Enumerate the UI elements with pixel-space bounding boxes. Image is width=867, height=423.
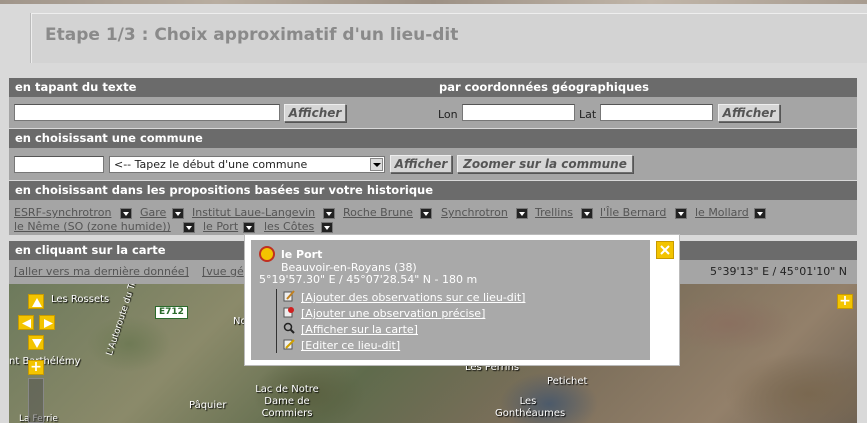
commune-zoom-button[interactable]: Zoomer sur la commune [457, 155, 633, 173]
history-dropdown-icon[interactable] [183, 222, 195, 233]
close-icon [660, 245, 670, 255]
title-box: Etape 1/3 : Choix approximatif d'un lieu… [30, 13, 867, 63]
zoom-in-button[interactable]: + [28, 360, 44, 375]
popup-action-divider [276, 289, 277, 353]
commune-panel: en choisissant une commune <-- Tapez le … [9, 129, 857, 180]
history-item[interactable]: le Nême (SO (zone humide)) [14, 220, 171, 233]
pan-left-button[interactable] [18, 315, 34, 330]
edit-place-link[interactable]: [Editer ce lieu-dit] [301, 339, 400, 352]
lat-label: Lat [579, 108, 597, 121]
pan-down-button[interactable] [28, 335, 44, 350]
arrow-down-icon [32, 339, 42, 348]
map-label: Petichet [547, 376, 588, 387]
show-on-map-link[interactable]: [Afficher sur la carte] [301, 323, 418, 336]
history-item[interactable]: Institut Laue-Langevin [192, 206, 315, 219]
geo-search-button[interactable]: Afficher [718, 104, 780, 122]
history-item[interactable]: les Côtes [264, 220, 314, 233]
commune-select[interactable]: <-- Tapez le début d'une commune [109, 156, 385, 173]
last-data-link[interactable]: [aller vers ma dernière donnée] [14, 265, 189, 278]
history-dropdown-icon[interactable] [321, 222, 333, 233]
history-item[interactable]: Roche Brune [343, 206, 413, 219]
arrow-left-icon [22, 319, 31, 328]
location-marker-icon [259, 246, 275, 262]
zoom-slider[interactable] [28, 378, 44, 423]
add-precise-observation-link[interactable]: [Ajouter une observation précise] [301, 307, 485, 320]
history-dropdown-icon[interactable] [420, 208, 432, 219]
lon-input[interactable] [462, 104, 575, 121]
lat-input[interactable] [600, 104, 713, 121]
add-observations-link[interactable]: [Ajouter des observations sur ce lieu-di… [301, 291, 525, 304]
map-label: Les Gonthéaumes [495, 396, 566, 419]
pan-right-button[interactable] [39, 315, 55, 330]
pin-icon [283, 307, 294, 318]
history-header: en choisissant dans les propositions bas… [9, 181, 857, 200]
arrow-right-icon [44, 319, 53, 328]
popup-body: le Port Beauvoir-en-Royans (38) 5°19'57.… [251, 240, 650, 360]
history-dropdown-icon[interactable] [675, 208, 687, 219]
history-dropdown-icon[interactable] [581, 208, 593, 219]
text-search-header: en tapant du texte [9, 78, 433, 97]
view-link[interactable]: [vue gé [202, 265, 244, 278]
history-item[interactable]: le Port [203, 220, 238, 233]
road-sign: E712 [155, 306, 188, 319]
commune-input[interactable] [14, 156, 104, 173]
geo-search-header: par coordonnées géographiques [433, 78, 857, 97]
arrow-up-icon [32, 298, 42, 307]
history-panel: en choisissant dans les propositions bas… [9, 181, 857, 235]
search-panel: en tapant du texte par coordonnées géogr… [9, 78, 857, 128]
layer-toggle-button[interactable]: + [837, 294, 853, 309]
location-popup: le Port Beauvoir-en-Royans (38) 5°19'57.… [244, 234, 680, 366]
commune-select-value: <-- Tapez le début d'une commune [114, 158, 308, 171]
text-search-input[interactable] [14, 104, 280, 121]
history-dropdown-icon[interactable] [323, 208, 335, 219]
map-label: L'Autoroute du Trièves [105, 284, 146, 358]
popup-coordinates: 5°19'57.30" E / 45°07'28.54" N - 180 m [259, 273, 478, 286]
history-item[interactable]: le Mollard [695, 206, 749, 219]
chevron-down-icon [370, 158, 383, 171]
page-title: Etape 1/3 : Choix approximatif d'un lieu… [45, 25, 459, 45]
magnifier-icon [283, 322, 295, 334]
lon-label: Lon [438, 108, 458, 121]
popup-title: le Port [281, 248, 323, 261]
history-item[interactable]: Trellins [535, 206, 573, 219]
top-decor-strip [0, 0, 867, 4]
text-search-button[interactable]: Afficher [284, 104, 346, 122]
history-dropdown-icon[interactable] [754, 208, 766, 219]
history-item[interactable]: ESRF-synchrotron [14, 206, 111, 219]
history-dropdown-icon[interactable] [172, 208, 184, 219]
history-item[interactable]: l'Île Bernard [600, 206, 666, 219]
edit-icon [283, 339, 295, 350]
popup-close-button[interactable] [656, 241, 674, 259]
commune-header: en choisissant une commune [9, 129, 857, 148]
map-label: Pâquier [189, 400, 227, 411]
history-dropdown-icon[interactable] [243, 222, 255, 233]
history-dropdown-icon[interactable] [120, 208, 132, 219]
pencil-icon [283, 290, 295, 302]
commune-show-button[interactable]: Afficher [390, 155, 452, 173]
map-label: Lac de Notre Dame de Commiers [255, 384, 319, 419]
map-label: nt Barthélémy [9, 356, 81, 367]
map-label: Les Rossets [51, 294, 110, 305]
history-dropdown-icon[interactable] [516, 208, 528, 219]
history-item[interactable]: Synchrotron [441, 206, 508, 219]
cursor-coordinates: 5°39'13" E / 45°01'10" N [710, 265, 848, 278]
pan-up-button[interactable] [28, 294, 44, 309]
history-item[interactable]: Gare [140, 206, 166, 219]
